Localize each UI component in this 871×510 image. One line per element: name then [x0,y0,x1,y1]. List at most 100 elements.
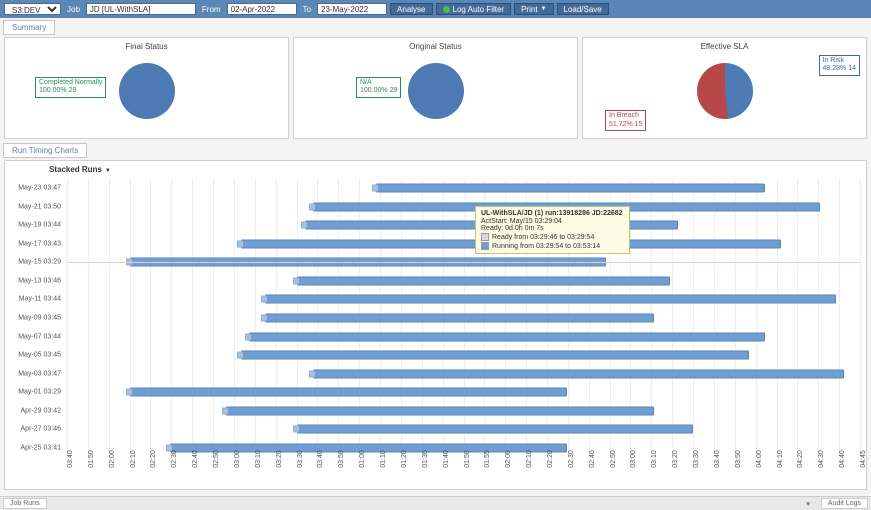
run-bar[interactable] [297,276,670,285]
panel-final-status: Final Status Completed Normally 100.00% … [4,37,289,139]
x-tick-label: 03:00 [234,450,241,468]
job-label: Job [64,5,83,14]
run-bar[interactable] [376,184,765,193]
y-tick-label: May-03 03:47 [5,370,65,377]
runtiming-tabrow: Run Timing Charts [3,143,871,158]
y-tick-label: May-09 03:45 [5,315,65,322]
pie-label-final: Completed Normally 100.00% 29 [35,77,106,98]
panel-effective-sla: Effective SLA In Risk 48.28% 14 In Breac… [582,37,867,139]
gantt-plot[interactable]: May-23 03:47 May-21 03:50 May-19 03:44 May-… [5,179,866,455]
x-tick-label: 01:50 [464,450,471,468]
analyse-button[interactable]: Analyse [390,3,432,15]
bottom-tab-audit-logs[interactable]: Audit Logs [821,498,868,509]
run-tooltip: UL-WithSLA/JD (1) run:13918286 JD:22682 … [475,206,630,254]
run-bar[interactable] [297,425,694,434]
x-tick-label: 02:40 [589,450,596,468]
x-tick-label: 01:55 [484,450,491,468]
log-auto-filter-button[interactable]: Log Auto Filter [436,3,512,15]
tooltip-ready-duration: Ready: 0d 0h 0m 7s [481,225,624,232]
y-tick-label: May-11 03:44 [5,296,65,303]
bottom-tab-job-runs[interactable]: Job Runs [3,498,47,509]
x-tick-label: 04:20 [797,450,804,468]
y-tick-label: May-19 03:44 [5,222,65,229]
x-tick-label: 04:40 [839,450,846,468]
x-tick-label: 03:50 [735,450,742,468]
run-bar[interactable] [265,314,654,323]
run-bar[interactable] [313,369,844,378]
run-bar[interactable] [241,351,749,360]
stacked-runs-chart: Stacked Runs▼ May-23 03:47May-21 03:50Ma… [4,160,867,490]
y-tick-label: May-01 03:29 [5,389,65,396]
x-tick-label: 03:20 [672,450,679,468]
x-tick-label: 04:30 [818,450,825,468]
job-input[interactable] [86,3,196,15]
x-tick-label: 02:40 [192,450,199,468]
x-tick-label: 02:20 [547,450,554,468]
pie-label-in-breach: In Breach 51.72% 15 [605,110,646,131]
to-date-input[interactable] [317,3,387,15]
x-tick-label: 02:30 [171,450,178,468]
chart-title[interactable]: Stacked Runs▼ [49,165,111,174]
x-tick-label: 01:20 [401,450,408,468]
y-tick-label: May-17 03:43 [5,240,65,247]
x-tick-label: 03:10 [255,450,262,468]
x-tick-label: 01:30 [422,450,429,468]
y-tick-label: May-21 03:50 [5,203,65,210]
y-tick-label: Apr-27 03:46 [5,426,65,433]
from-date-input[interactable] [227,3,297,15]
x-tick-label: 02:50 [213,450,220,468]
tooltip-ready-range: Ready from 03:29:46 to 03:29:54 [492,234,594,241]
bottom-bar: Job Runs ▾ Audit Logs [0,496,871,510]
x-tick-label: 02:00 [505,450,512,468]
pie-label-original: N/A 100.00% 29 [356,77,401,98]
tab-summary[interactable]: Summary [3,20,55,35]
x-tick-label: 03:50 [338,450,345,468]
load-save-button[interactable]: Load/Save [557,3,609,15]
x-tick-label: 01:10 [380,450,387,468]
x-tick-label: 01:00 [359,450,366,468]
y-tick-label: May-13 03:46 [5,277,65,284]
panel-title: Effective SLA [583,38,866,55]
y-tick-label: May-07 03:44 [5,333,65,340]
highlight-line [67,262,860,263]
from-label: From [199,5,224,14]
x-tick-label: 04:00 [756,450,763,468]
env-select[interactable]: S3:DEV [4,3,61,15]
run-bar[interactable] [265,295,836,304]
pie-original-status[interactable] [408,63,464,119]
panel-original-status: Original Status N/A 100.00% 29 [293,37,578,139]
x-tick-label: 01:40 [443,450,450,468]
pie-panels: Final Status Completed Normally 100.00% … [0,37,871,139]
panel-title: Final Status [5,38,288,55]
print-button[interactable]: Print▼ [514,3,553,15]
chevron-down-icon: ▼ [105,168,111,174]
y-tick-label: May-23 03:47 [5,185,65,192]
run-bar[interactable] [226,406,654,415]
run-bar[interactable] [130,388,566,397]
x-tick-label: 04:45 [860,450,867,468]
x-tick-label: 03:40 [714,450,721,468]
x-tick-label: 02:10 [526,450,533,468]
to-label: To [300,5,314,14]
tooltip-actstart: ActStart: May/15 03:29:04 [481,218,624,225]
pie-label-in-risk: In Risk 48.28% 14 [819,55,860,76]
x-tick-label: 03:10 [651,450,658,468]
y-tick-label: May-15 03:29 [5,259,65,266]
splitter-icon[interactable]: ▾ [798,500,818,508]
x-tick-label: 02:30 [568,450,575,468]
y-tick-label: May-05 03:45 [5,352,65,359]
x-tick-label: 03:00 [630,450,637,468]
run-bar[interactable] [249,332,764,341]
pie-effective-sla[interactable] [697,63,753,119]
pie-final-status[interactable] [119,63,175,119]
tooltip-title: UL-WithSLA/JD (1) run:13918286 JD:22682 [481,210,624,217]
swatch-ready [481,233,489,241]
x-tick-label: 02:10 [130,450,137,468]
tooltip-running-range: Running from 03:29:54 to 03:53:14 [492,243,600,250]
x-tick-label: 02:50 [610,450,617,468]
x-tick-label: 03:40 [317,450,324,468]
tab-run-timing-charts[interactable]: Run Timing Charts [3,143,87,158]
x-tick-label: 03:30 [297,450,304,468]
summary-tabrow: Summary [3,20,871,35]
panel-title: Original Status [294,38,577,55]
